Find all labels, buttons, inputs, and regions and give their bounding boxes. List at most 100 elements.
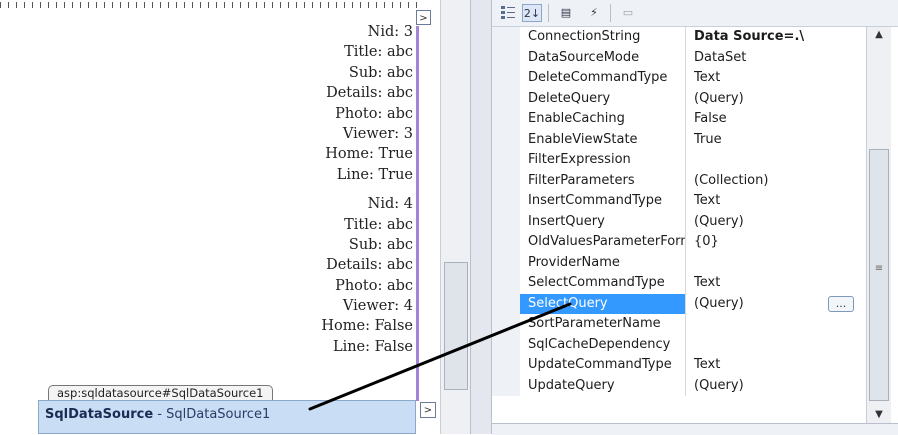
property-row[interactable]: SqlCacheDependency — [492, 334, 866, 356]
property-row[interactable]: FilterExpression — [492, 150, 866, 171]
field-line: Details: abc — [326, 257, 413, 274]
events-lightning-icon[interactable]: ⚡ — [584, 4, 604, 22]
scroll-up-arrow-icon[interactable]: ▲ — [867, 27, 891, 43]
properties-view-icon[interactable]: ▤ — [556, 4, 576, 22]
property-row[interactable]: SelectQuery (Query)... — [492, 293, 866, 314]
property-name[interactable]: EnableViewState — [520, 129, 686, 150]
property-name[interactable]: DataSourceMode — [520, 47, 686, 68]
property-name[interactable]: SortParameterName — [520, 314, 686, 335]
properties-toolbar: 2↓ ▤ ⚡ ▭ — [492, 0, 898, 27]
field-line: Photo: abc — [335, 105, 413, 122]
property-row[interactable]: SortParameterName — [492, 314, 866, 335]
property-value[interactable]: Text — [687, 191, 866, 212]
property-name[interactable]: SelectQuery — [520, 293, 686, 314]
property-value[interactable]: Text — [687, 273, 866, 294]
field-line: Title: abc — [344, 44, 413, 61]
property-row[interactable]: EnableViewState True — [492, 129, 866, 151]
details-view-preview[interactable]: Nid: 3 Title: abc Sub: abc Details: abc Phot… — [0, 22, 415, 366]
details-record: Nid: 4 Title: abc Sub: abc Details: abc Phot… — [0, 194, 415, 357]
ruler — [0, 0, 420, 12]
property-value[interactable] — [687, 335, 866, 356]
property-name[interactable]: SelectCommandType — [520, 273, 686, 294]
property-name[interactable]: DeleteCommandType — [520, 68, 686, 89]
property-name[interactable]: InsertQuery — [520, 211, 686, 232]
property-value[interactable]: DataSet — [687, 48, 866, 69]
property-row-margin — [492, 68, 520, 89]
property-value[interactable]: Data Source=.\ — [687, 27, 866, 48]
field-line: Nid: 4 — [367, 196, 413, 213]
property-value[interactable] — [687, 150, 866, 171]
field-line: Sub: abc — [348, 236, 413, 253]
scrollbar-thumb[interactable] — [444, 262, 468, 390]
property-name[interactable]: UpdateCommandType — [520, 355, 686, 376]
details-record: Nid: 3 Title: abc Sub: abc Details: abc Phot… — [0, 22, 415, 185]
pane-splitter[interactable] — [470, 0, 492, 434]
property-name[interactable]: DeleteQuery — [520, 88, 686, 109]
property-grid-scrollbar[interactable]: ▲ ≡ ▼ — [866, 27, 891, 423]
designer-scrollbar[interactable] — [440, 0, 471, 434]
alphabetical-sort-icon[interactable]: 2↓ — [522, 4, 542, 22]
property-row-margin — [492, 314, 520, 335]
property-grid: ConnectionString Data Source=.\ DataSource… — [492, 27, 866, 396]
property-value[interactable]: False — [687, 109, 866, 130]
property-row-margin — [492, 150, 520, 171]
toolbar-separator — [548, 4, 549, 22]
property-name[interactable]: FilterExpression — [520, 150, 686, 171]
property-value[interactable]: (Collection) — [687, 171, 866, 192]
property-row-margin — [492, 109, 520, 130]
property-value[interactable]: True — [687, 130, 866, 151]
control-selection-edge — [416, 26, 419, 401]
property-name[interactable]: SqlCacheDependency — [520, 334, 686, 355]
control-separator: - — [153, 407, 167, 422]
property-row[interactable]: ProviderName — [492, 252, 866, 274]
property-row-margin — [492, 375, 520, 396]
property-row[interactable]: SelectCommandType Text — [492, 273, 866, 294]
property-row[interactable]: FilterParameters (Collection) — [492, 170, 866, 192]
ellipsis-button[interactable]: ... — [828, 295, 854, 312]
property-value[interactable]: Text — [687, 355, 866, 376]
property-value[interactable]: (Query) — [687, 212, 866, 233]
property-row-margin — [492, 27, 520, 48]
property-value[interactable] — [687, 253, 866, 274]
property-row[interactable]: DataSourceMode DataSet — [492, 47, 866, 69]
property-row-margin — [492, 47, 520, 68]
property-row[interactable]: DeleteCommandType Text — [492, 68, 866, 89]
scroll-down-arrow-icon[interactable]: ▼ — [867, 407, 891, 423]
datasource-smart-tag-button[interactable]: > — [420, 402, 436, 418]
property-row[interactable]: ConnectionString Data Source=.\ — [492, 27, 866, 48]
sqldatasource-control[interactable]: SqlDataSource - SqlDataSource1 — [38, 400, 416, 434]
property-row[interactable]: DeleteQuery (Query) — [492, 88, 866, 110]
property-name[interactable]: InsertCommandType — [520, 191, 686, 212]
scrollbar-grip-icon: ≡ — [874, 263, 884, 274]
smart-tag-button[interactable]: > — [416, 10, 431, 25]
property-row[interactable]: EnableCaching False — [492, 109, 866, 130]
design-surface[interactable]: Nid: 3 Title: abc Sub: abc Details: abc Phot… — [0, 0, 448, 434]
properties-footer — [492, 423, 898, 435]
property-value[interactable]: (Query) — [687, 376, 866, 397]
property-name[interactable]: ProviderName — [520, 252, 686, 273]
property-row[interactable]: UpdateCommandType Text — [492, 355, 866, 376]
property-pages-icon[interactable]: ▭ — [618, 4, 638, 22]
property-name[interactable]: UpdateQuery — [520, 375, 686, 396]
property-row-margin — [492, 211, 520, 232]
control-id-label: SqlDataSource1 — [166, 407, 271, 422]
categorized-icon[interactable] — [498, 4, 518, 22]
property-name[interactable]: ConnectionString — [520, 27, 686, 48]
property-value[interactable]: (Query) — [687, 89, 866, 110]
property-name[interactable]: EnableCaching — [520, 109, 686, 130]
property-value[interactable]: Text — [687, 68, 866, 89]
property-row[interactable]: UpdateQuery (Query) — [492, 375, 866, 397]
scrollbar-thumb[interactable] — [869, 149, 889, 401]
property-name[interactable]: FilterParameters — [520, 170, 686, 191]
properties-window: 2↓ ▤ ⚡ ▭ ConnectionString Data Source=.\ D… — [492, 0, 898, 435]
property-row[interactable]: InsertCommandType Text — [492, 191, 866, 212]
property-row[interactable]: OldValuesParameterFormatString{0} — [492, 232, 866, 253]
property-row-margin — [492, 293, 520, 314]
property-name[interactable]: OldValuesParameterFormatString — [520, 232, 686, 253]
property-value[interactable]: {0} — [687, 232, 866, 253]
property-row-margin — [492, 273, 520, 294]
control-type-label: SqlDataSource — [45, 407, 154, 422]
property-value[interactable] — [687, 314, 866, 335]
property-row[interactable]: InsertQuery (Query) — [492, 211, 866, 233]
field-line: Line: False — [332, 338, 413, 355]
